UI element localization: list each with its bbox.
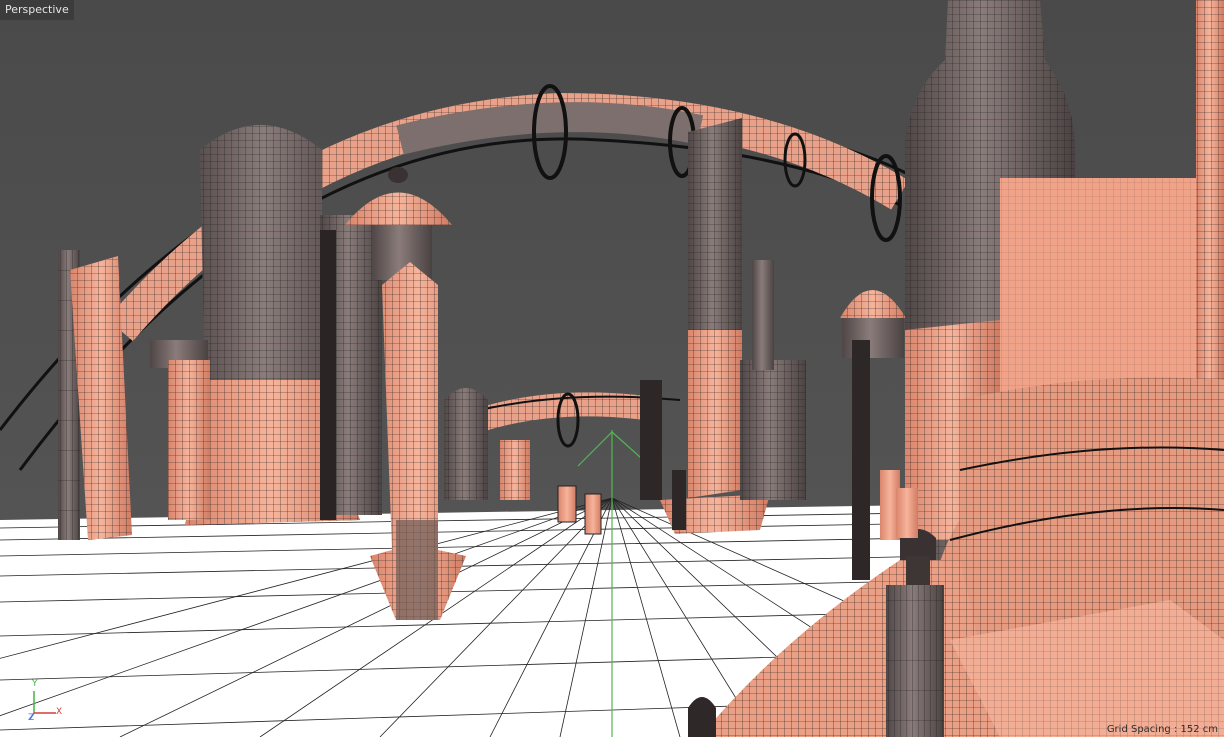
y-axis-label: Y	[32, 679, 38, 689]
grid-spacing-readout: Grid Spacing : 152 cm	[1106, 724, 1218, 735]
x-axis-label: X	[56, 707, 63, 717]
z-axis-label: Z	[28, 713, 35, 723]
viewport-label[interactable]: Perspective	[0, 0, 74, 20]
axis-gizmo: Y X Z	[26, 679, 66, 723]
3d-viewport[interactable]: Perspective Y X Z Grid Spacing : 152 cm	[0, 0, 1224, 737]
scene-render[interactable]	[0, 0, 1224, 737]
